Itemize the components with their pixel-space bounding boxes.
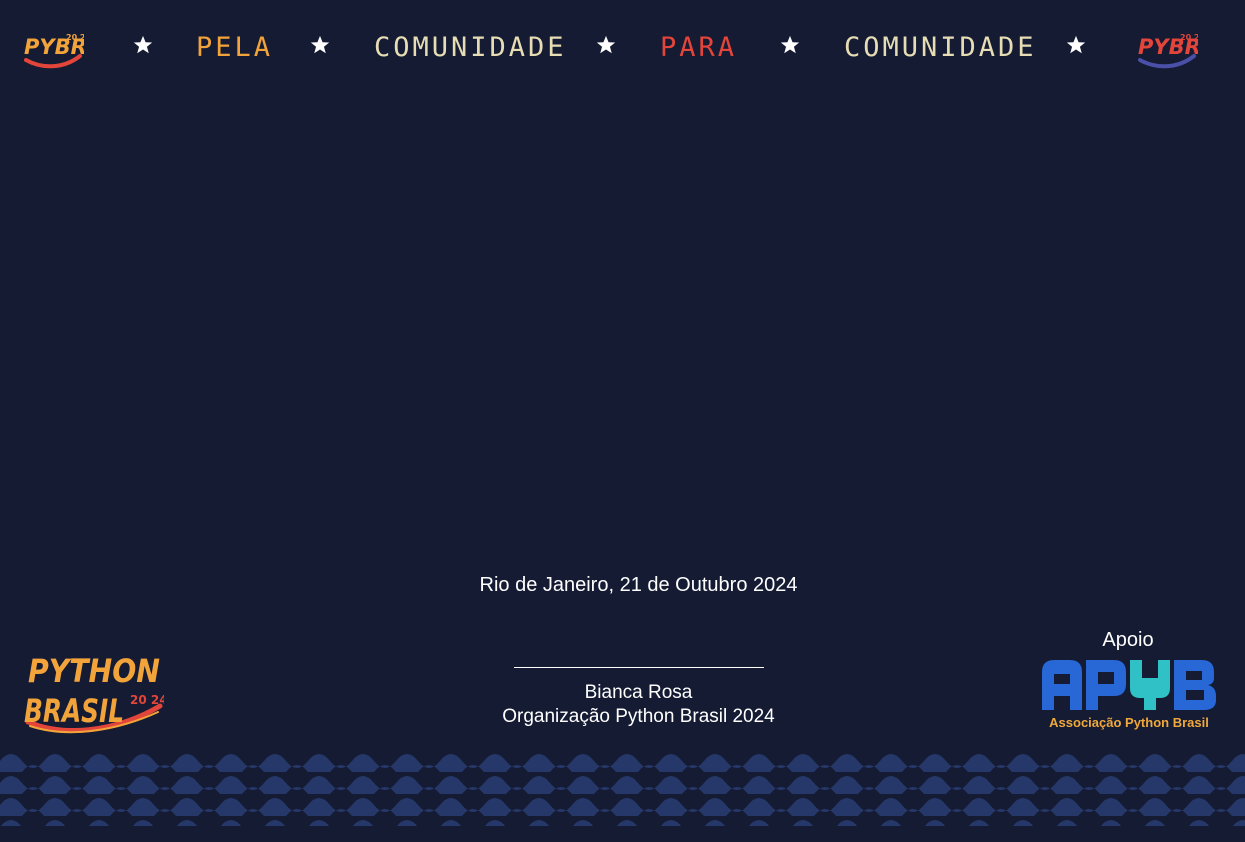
apyb-logo <box>1040 658 1218 712</box>
star-icon <box>595 34 617 56</box>
signature-line <box>514 667 764 668</box>
star-icon <box>132 34 154 56</box>
banner-word-pela: PELA <box>196 32 274 63</box>
place-date: Rio de Janeiro, 21 de Outubro 2024 <box>479 574 798 596</box>
svg-text:20 24: 20 24 <box>130 693 164 707</box>
star-icon <box>779 34 801 56</box>
star-icon <box>1065 34 1087 56</box>
apyb-org-name: Associação Python Brasil <box>1049 715 1209 730</box>
banner-word-comunidade-1: COMUNIDADE <box>374 32 567 63</box>
pybr-logo-left: PYBR 20 24 <box>22 26 84 70</box>
svg-text:20 24: 20 24 <box>1180 33 1198 42</box>
support-label: Apoio <box>1102 629 1154 651</box>
python-brasil-logo: PYTHON BRASIL 20 24 <box>22 642 164 734</box>
wave-pattern <box>0 750 1245 826</box>
star-icon <box>309 34 331 56</box>
banner-word-para: PARA <box>660 32 738 63</box>
pybr-logo-right: PYBR 20 24 <box>1136 26 1198 70</box>
banner-word-comunidade-2: COMUNIDADE <box>844 32 1037 63</box>
svg-text:PYTHON: PYTHON <box>28 652 160 690</box>
svg-text:BRASIL: BRASIL <box>24 692 124 730</box>
top-banner: PYBR 20 24 PELA COMUNIDADE PARA COMUNIDA… <box>0 20 1245 76</box>
svg-text:20 24: 20 24 <box>66 33 84 42</box>
